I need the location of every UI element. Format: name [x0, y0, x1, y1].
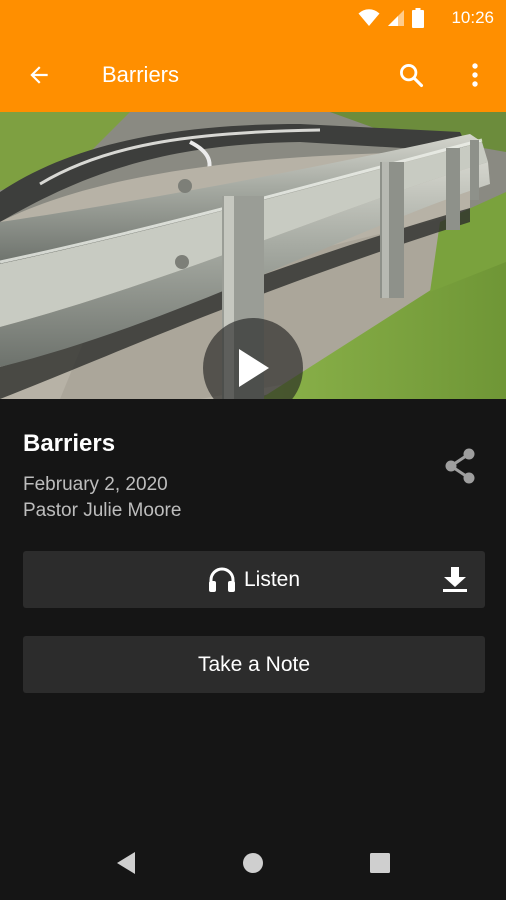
app-bar: Barriers — [0, 36, 506, 112]
nav-back-button[interactable] — [111, 848, 141, 878]
listen-label: Listen — [243, 567, 301, 591]
more-options-button[interactable] — [460, 58, 490, 92]
share-icon — [445, 448, 475, 484]
more-vert-icon — [472, 63, 478, 87]
battery-icon — [412, 8, 424, 28]
search-button[interactable] — [394, 58, 428, 92]
page-title: Barriers — [102, 62, 180, 87]
status-bar: 10:26 — [0, 0, 506, 36]
headphones-icon — [208, 567, 235, 592]
download-icon — [443, 567, 467, 592]
status-time: 10:26 — [451, 8, 494, 27]
take-note-label: Take a Note — [197, 652, 311, 676]
nav-home-icon — [243, 853, 263, 873]
nav-recents-button[interactable] — [365, 848, 395, 878]
signal-icon — [388, 10, 404, 26]
search-icon — [400, 64, 424, 88]
status-icons — [358, 8, 424, 28]
share-button[interactable] — [438, 444, 482, 488]
sermon-media[interactable] — [0, 112, 506, 399]
play-icon — [239, 349, 269, 387]
sermon-date: February 2, 2020 — [23, 474, 168, 495]
sermon-speaker: Pastor Julie Moore — [23, 500, 182, 521]
listen-content: Listen — [208, 567, 300, 593]
back-arrow-icon — [30, 66, 48, 84]
nav-home-button[interactable] — [238, 848, 268, 878]
system-nav-bar — [0, 826, 506, 900]
nav-recents-icon — [370, 853, 390, 873]
wifi-icon — [358, 9, 380, 26]
back-button[interactable] — [22, 58, 56, 92]
sermon-title: Barriers — [23, 430, 116, 457]
take-note-button[interactable]: Take a Note — [23, 636, 485, 693]
listen-button[interactable]: Listen — [23, 551, 485, 608]
download-button[interactable] — [439, 563, 471, 595]
nav-back-icon — [117, 852, 135, 874]
